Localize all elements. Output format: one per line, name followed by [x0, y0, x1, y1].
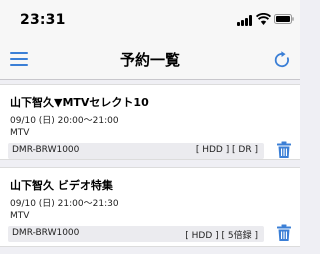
- battery-icon: [274, 14, 294, 24]
- reservation-item[interactable]: 山下智久▼MTVセレクト10 09/10 (日) 20:00～21:00 MTV…: [0, 84, 300, 160]
- recorder-device: DMR-BRW1000: [12, 145, 80, 155]
- program-datetime: 09/10 (日) 21:00～21:30: [10, 199, 119, 209]
- device-info-row: DMR-BRW1000 [ HDD ] [ DR ]: [8, 143, 264, 159]
- program-title: 山下智久▼MTVセレクト10: [10, 96, 149, 109]
- program-datetime: 09/10 (日) 20:00～21:00: [10, 116, 119, 126]
- recorder-device: DMR-BRW1000: [12, 228, 80, 238]
- reservation-item[interactable]: 山下智久 ビデオ特集 09/10 (日) 21:00～21:30 MTV DMR…: [0, 167, 300, 247]
- device-info-row: DMR-BRW1000 [ HDD ] [ 5倍録 ]: [8, 226, 264, 242]
- recording-modes: [ HDD ] [ 5倍録 ]: [185, 231, 258, 241]
- trash-icon[interactable]: [276, 141, 292, 159]
- navigation-bar: 予約一覧: [0, 40, 300, 80]
- status-bar: 23:31: [0, 0, 300, 40]
- program-channel: MTV: [10, 211, 30, 221]
- reservation-list: 山下智久▼MTVセレクト10 09/10 (日) 20:00～21:00 MTV…: [0, 84, 300, 254]
- trash-icon[interactable]: [276, 224, 292, 242]
- program-title: 山下智久 ビデオ特集: [10, 179, 113, 192]
- recording-modes: [ HDD ] [ DR ]: [195, 145, 258, 155]
- status-time: 23:31: [20, 12, 66, 28]
- refresh-icon[interactable]: [272, 50, 292, 70]
- program-channel: MTV: [10, 128, 30, 138]
- wifi-icon: [256, 13, 271, 25]
- cellular-signal-icon: [237, 15, 253, 26]
- page-title: 予約一覧: [119, 51, 180, 69]
